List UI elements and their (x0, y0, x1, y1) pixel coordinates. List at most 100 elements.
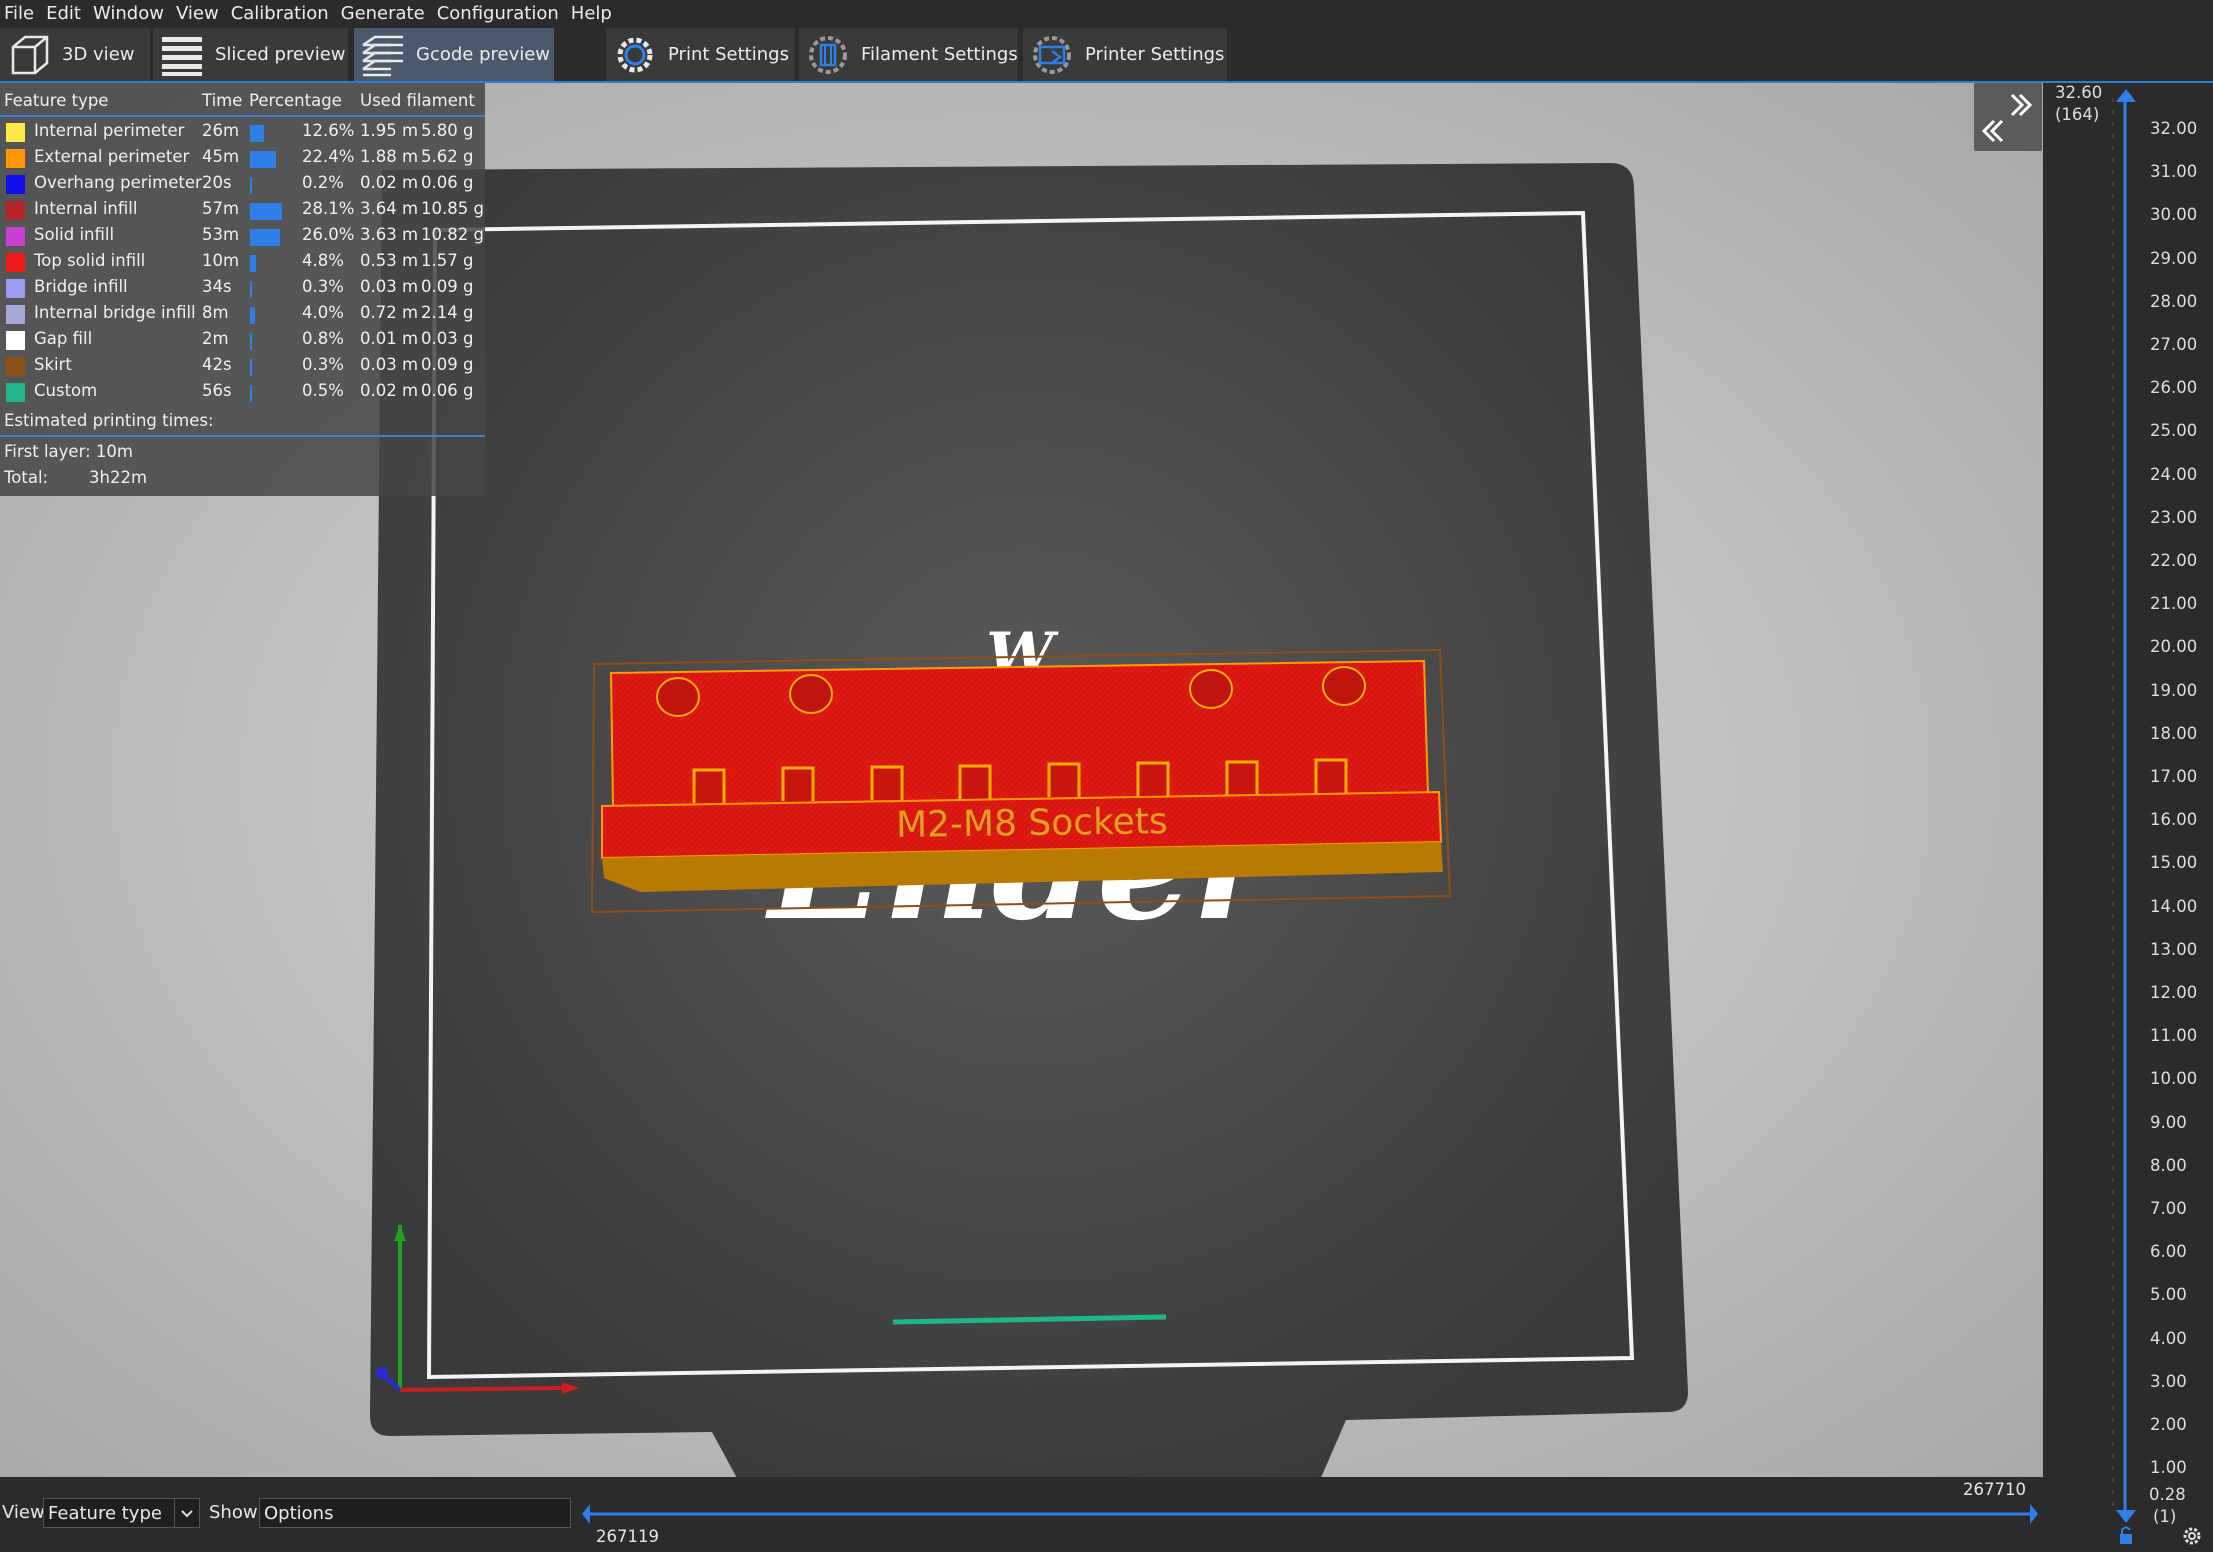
layer-tick-label: 24.00 (2150, 464, 2198, 484)
tab-label: 3D view (62, 44, 135, 65)
layers-icon (159, 32, 205, 78)
legend-row[interactable]: Internal bridge infill 8m 4.0% 0.72 m 2.14 g (0, 301, 485, 327)
layer-slider-panel: 32.60 (164) 32.00 31.00 30.00 29.00 28.00 27.… (2043, 83, 2213, 1547)
upper-layer-number: (164) (2055, 105, 2100, 124)
legend-swatch (6, 227, 25, 246)
legend-percent: 0.3% (302, 277, 344, 296)
legend-header-percentage: Percentage (249, 91, 342, 110)
legend-length: 1.95 m (360, 121, 419, 140)
legend-percent-bar (250, 229, 280, 246)
legend-percent: 12.6% (302, 121, 355, 140)
menu-view[interactable]: View (172, 0, 227, 28)
layer-tick-label: 10.00 (2150, 1069, 2198, 1089)
legend-length: 0.02 m (360, 173, 419, 192)
legend-swatch (6, 175, 25, 194)
model-label: M2-M8 Sockets (896, 801, 1168, 846)
layer-tick-label: 17.00 (2150, 767, 2198, 786)
legend-row[interactable]: Custom 56s 0.5% 0.02 m 0.06 g (0, 379, 485, 405)
menu-configuration[interactable]: Configuration (433, 0, 567, 28)
legend-row[interactable]: Skirt 42s 0.3% 0.03 m 0.09 g (0, 353, 485, 379)
legend-percent: 4.8% (302, 251, 344, 270)
legend-time: 56s (202, 381, 232, 400)
layer-tick-label: 8.00 (2150, 1155, 2187, 1175)
legend-percent: 28.1% (302, 199, 355, 218)
lower-layer-number: (1) (2153, 1507, 2177, 1526)
lock-icon[interactable] (2118, 1525, 2134, 1550)
printer-icon (1029, 32, 1075, 78)
upper-height-value: 32.60 (2055, 83, 2103, 102)
settings-gear-icon[interactable] (2181, 1525, 2203, 1552)
upper-thumb[interactable] (2116, 89, 2136, 102)
layer-tick-label: 27.00 (2150, 335, 2198, 354)
tab-label: Sliced preview (215, 44, 346, 65)
legend-weight: 0.06 g (421, 381, 474, 400)
gcode-move-slider[interactable] (580, 1477, 2050, 1547)
legend-row[interactable]: Solid infill 53m 26.0% 3.63 m 10.82 g (0, 223, 485, 249)
legend-feature-name: Internal bridge infill (34, 303, 196, 322)
tab-printer-settings[interactable]: Printer Settings (1023, 28, 1227, 81)
legend-percent: 0.3% (302, 355, 344, 374)
legend-row[interactable]: External perimeter 45m 22.4% 1.88 m 5.62 g (0, 145, 485, 171)
layer-tick-label: 12.00 (2150, 983, 2198, 1002)
chevron-down-icon[interactable] (174, 1499, 199, 1527)
legend-row[interactable]: Internal infill 57m 28.1% 3.64 m 10.85 g (0, 197, 485, 223)
cube-icon (6, 32, 52, 78)
legend-feature-name: External perimeter (34, 147, 190, 166)
legend-panel: Feature type Time Percentage Used filame… (0, 83, 485, 496)
legend-divider (0, 435, 485, 437)
tab-filament-settings[interactable]: Filament Settings (799, 28, 1018, 81)
layer-tick-label: 7.00 (2150, 1199, 2187, 1218)
view-mode-select[interactable]: Feature type (43, 1498, 200, 1528)
layer-tick-label: 16.00 (2150, 810, 2198, 830)
legend-row[interactable]: Overhang perimeter 20s 0.2% 0.02 m 0.06 g (0, 171, 485, 197)
show-options-select[interactable]: Options (259, 1498, 571, 1528)
menu-generate[interactable]: Generate (337, 0, 433, 28)
menu-edit[interactable]: Edit (42, 0, 89, 28)
legend-row[interactable]: Gap fill 2m 0.8% 0.01 m 0.03 g (0, 327, 485, 353)
legend-weight: 0.03 g (421, 329, 474, 348)
legend-feature-name: Gap fill (34, 329, 93, 348)
lower-thumb[interactable] (2116, 1510, 2136, 1523)
collapse-sidebar-button[interactable] (1974, 83, 2042, 151)
legend-weight: 0.06 g (421, 173, 474, 192)
layer-tick-label: 30.00 (2150, 205, 2198, 225)
legend-percent-bar (250, 281, 252, 298)
legend-time: 20s (202, 173, 232, 192)
legend-row[interactable]: Top solid infill 10m 4.8% 0.53 m 1.57 g (0, 249, 485, 275)
legend-length: 1.88 m (360, 147, 419, 166)
layer-tick-label: 32.00 (2150, 119, 2198, 138)
layer-tick-label: 1.00 (2150, 1458, 2187, 1478)
tab-3d-view[interactable]: 3D view (0, 28, 150, 81)
tab-sliced-preview[interactable]: Sliced preview (153, 28, 348, 81)
legend-feature-name: Skirt (34, 355, 72, 374)
tab-bar: 3D view Sliced preview Gcode preview Pri… (0, 28, 2213, 83)
menu-window[interactable]: Window (89, 0, 172, 28)
legend-length: 0.72 m (360, 303, 419, 322)
tab-gcode-preview[interactable]: Gcode preview (354, 28, 554, 81)
legend-weight: 5.80 g (421, 121, 474, 140)
layer-tick-label: 5.00 (2150, 1285, 2187, 1305)
bottom-bar: View Feature type Show Options 267710 26… (0, 1477, 2043, 1547)
legend-feature-name: Overhang perimeter (34, 173, 202, 192)
legend-divider (0, 115, 485, 117)
legend-row[interactable]: Internal perimeter 26m 12.6% 1.95 m 5.80 g (0, 119, 485, 145)
tab-print-settings[interactable]: Print Settings (606, 28, 795, 81)
legend-weight: 0.09 g (421, 277, 474, 296)
estimated-times-title: Estimated printing times: (4, 411, 214, 430)
menu-help[interactable]: Help (567, 0, 620, 28)
legend-percent: 26.0% (302, 225, 355, 244)
legend-time: 26m (202, 121, 240, 140)
legend-time: 34s (202, 277, 232, 296)
layer-tick-label: 2.00 (2150, 1415, 2187, 1434)
menu-calibration[interactable]: Calibration (227, 0, 337, 28)
legend-weight: 1.57 g (421, 251, 474, 270)
menu-file[interactable]: File (0, 0, 42, 28)
tab-label: Filament Settings (861, 44, 1018, 65)
legend-row[interactable]: Bridge infill 34s 0.3% 0.03 m 0.09 g (0, 275, 485, 301)
layer-tick-label: 14.00 (2150, 896, 2198, 916)
total-time-value: 3h22m (89, 468, 148, 487)
tab-label: Gcode preview (416, 44, 551, 65)
gcode-layers-icon (360, 32, 406, 78)
legend-weight: 10.85 g (421, 199, 484, 218)
legend-feature-name: Bridge infill (34, 277, 128, 296)
